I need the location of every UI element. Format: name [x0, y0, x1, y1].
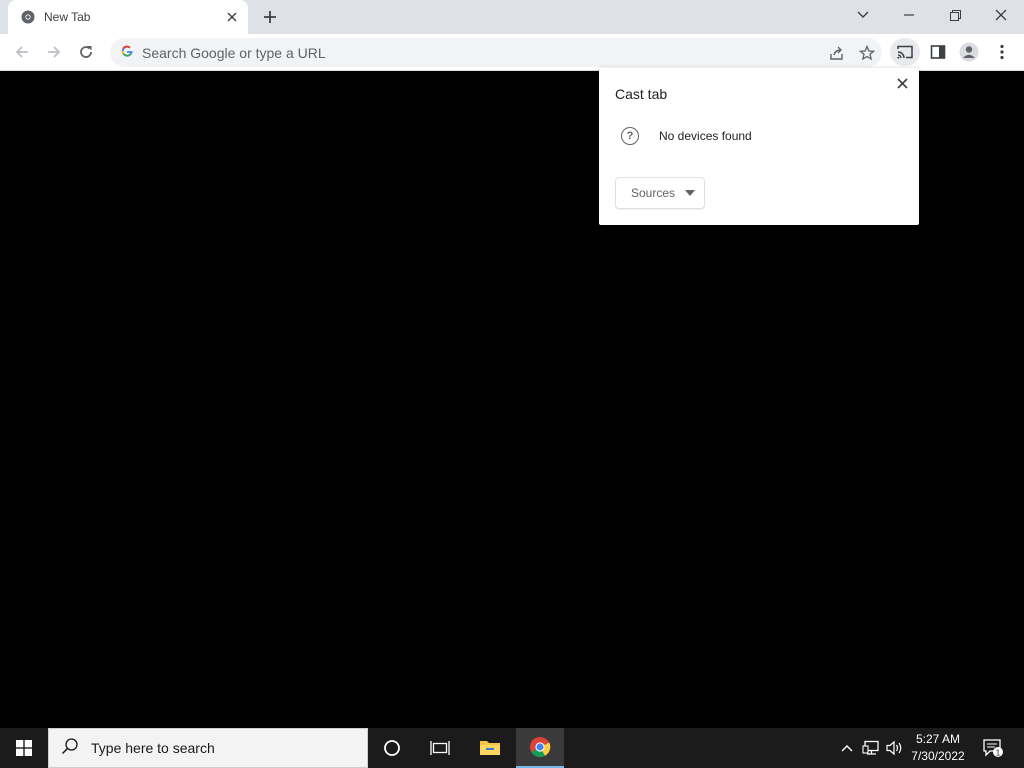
- help-icon[interactable]: ?: [621, 127, 639, 145]
- notification-center-icon[interactable]: 1: [978, 728, 1008, 768]
- notification-count: 1: [996, 748, 1001, 757]
- share-icon[interactable]: [822, 39, 852, 67]
- tab-close-icon[interactable]: [222, 7, 242, 27]
- screen: New Tab Search Google or type a URL Cast…: [0, 0, 1024, 768]
- network-icon[interactable]: [860, 728, 882, 768]
- windows-start-button[interactable]: [0, 728, 48, 768]
- omnibox[interactable]: Search Google or type a URL: [110, 38, 882, 67]
- taskbar-search-placeholder: Type here to search: [91, 740, 215, 756]
- bookmark-star-icon[interactable]: [852, 39, 882, 67]
- clock-time: 5:27 AM: [915, 732, 961, 746]
- browser-toolbar: Search Google or type a URL: [0, 34, 1024, 71]
- search-icon: [61, 737, 79, 760]
- clock-date: 7/30/2022: [911, 749, 965, 763]
- google-g-icon: [120, 44, 136, 61]
- dropdown-caret-icon: [685, 190, 696, 196]
- sources-button[interactable]: Sources: [615, 177, 705, 209]
- close-icon[interactable]: [893, 74, 911, 92]
- no-devices-row: ? No devices found: [621, 127, 752, 145]
- no-devices-text: No devices found: [659, 129, 752, 143]
- restore-button[interactable]: [932, 0, 978, 30]
- reload-button[interactable]: [72, 38, 100, 66]
- cortana-icon[interactable]: [368, 728, 416, 768]
- volume-icon[interactable]: [884, 728, 906, 768]
- taskbar-clock[interactable]: 5:27 AM 7/30/2022: [906, 731, 970, 765]
- cast-icon[interactable]: [890, 38, 920, 66]
- minimize-button[interactable]: [886, 0, 932, 30]
- tab-search-chevron-icon[interactable]: [840, 0, 886, 30]
- taskbar: Type here to search 5:27 AM 7/30/2022 1: [0, 728, 1024, 768]
- show-hidden-icons-chevron-icon[interactable]: [836, 728, 858, 768]
- task-view-icon[interactable]: [416, 728, 464, 768]
- taskbar-search-box[interactable]: Type here to search: [48, 728, 368, 768]
- profile-avatar-icon[interactable]: [955, 38, 983, 66]
- back-button[interactable]: [8, 38, 36, 66]
- tab-new-tab[interactable]: New Tab: [8, 0, 248, 34]
- cast-dialog: Cast tab ? No devices found Sources: [599, 68, 919, 225]
- side-panel-icon[interactable]: [924, 38, 952, 66]
- tab-title: New Tab: [44, 10, 91, 24]
- omnibox-placeholder: Search Google or type a URL: [142, 44, 326, 61]
- file-explorer-icon[interactable]: [466, 728, 514, 768]
- chrome-icon: [20, 9, 36, 25]
- chrome-taskbar-icon[interactable]: [516, 728, 564, 768]
- tab-strip: New Tab: [0, 0, 1024, 34]
- close-window-button[interactable]: [978, 0, 1024, 30]
- cast-dialog-title: Cast tab: [615, 86, 668, 102]
- kebab-menu-icon[interactable]: [988, 38, 1016, 66]
- new-tab-button[interactable]: [258, 6, 282, 28]
- forward-button[interactable]: [40, 38, 68, 66]
- sources-label: Sources: [631, 186, 676, 200]
